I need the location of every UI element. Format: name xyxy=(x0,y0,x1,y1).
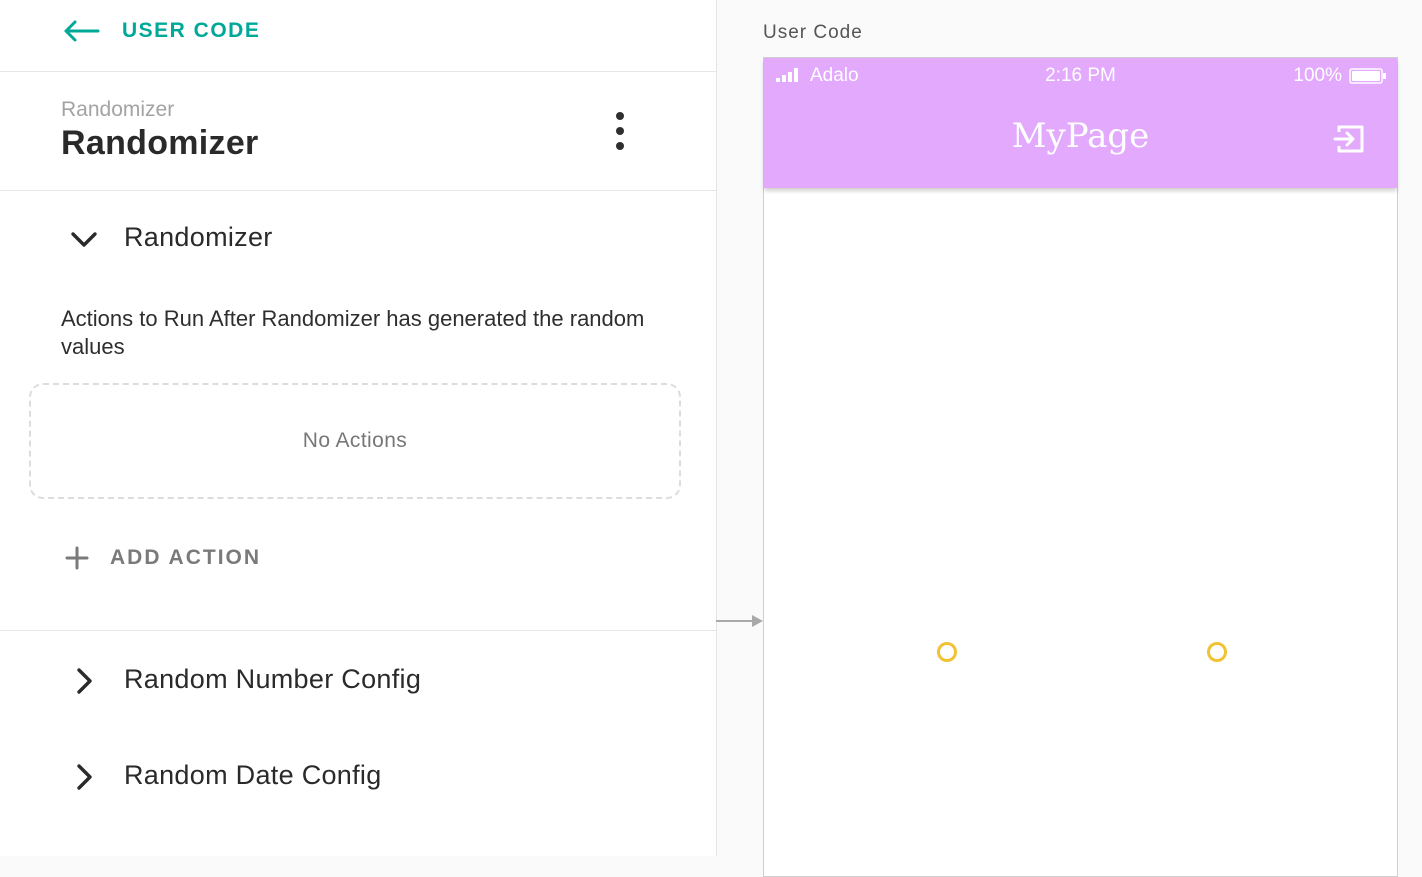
section-randomizer-label: Randomizer xyxy=(124,222,273,252)
section-date-config-label: Random Date Config xyxy=(124,760,382,790)
exit-icon[interactable] xyxy=(1333,122,1367,156)
status-bar: Adalo 2:16 PM 100% xyxy=(764,58,1397,94)
app-bar-title: MyPage xyxy=(1011,116,1150,156)
connection-handle-right[interactable] xyxy=(1207,642,1227,662)
section-number-config-header[interactable]: Random Number Config xyxy=(0,651,716,711)
actions-dropzone: No Actions xyxy=(29,383,681,499)
add-action-button[interactable]: ADD ACTION xyxy=(64,540,261,576)
more-options-icon[interactable] xyxy=(606,112,634,150)
section-divider xyxy=(0,630,716,631)
link-arrow-icon xyxy=(716,615,763,627)
battery-icon xyxy=(1349,68,1386,84)
component-title: Randomizer xyxy=(61,124,259,162)
plus-icon xyxy=(65,546,89,570)
chevron-right-icon xyxy=(77,764,92,790)
chevron-right-icon xyxy=(77,668,92,694)
app-bar[interactable]: Adalo 2:16 PM 100% MyPage xyxy=(764,58,1397,188)
top-bar: USER CODE xyxy=(0,0,716,72)
section-date-config-header[interactable]: Random Date Config xyxy=(0,747,716,807)
component-header: Randomizer Randomizer xyxy=(0,72,716,191)
component-subtitle: Randomizer xyxy=(61,98,175,121)
screen-name-label[interactable]: User Code xyxy=(763,22,863,44)
back-button[interactable]: USER CODE xyxy=(62,14,260,48)
chevron-down-icon xyxy=(71,232,97,247)
back-label: USER CODE xyxy=(122,19,261,42)
left-panel: USER CODE Randomizer Randomizer Randomiz… xyxy=(0,0,717,856)
arrow-left-icon xyxy=(64,20,100,42)
actions-description: Actions to Run After Randomizer has gene… xyxy=(61,306,645,359)
add-action-label: ADD ACTION xyxy=(110,546,262,569)
battery-percent: 100% xyxy=(1293,65,1342,86)
section-randomizer-header[interactable]: Randomizer xyxy=(0,209,716,269)
phone-screen[interactable]: Adalo 2:16 PM 100% MyPage xyxy=(763,57,1398,877)
connection-handle-left[interactable] xyxy=(937,642,957,662)
section-number-config-label: Random Number Config xyxy=(124,664,422,694)
no-actions-text: No Actions xyxy=(302,429,408,452)
